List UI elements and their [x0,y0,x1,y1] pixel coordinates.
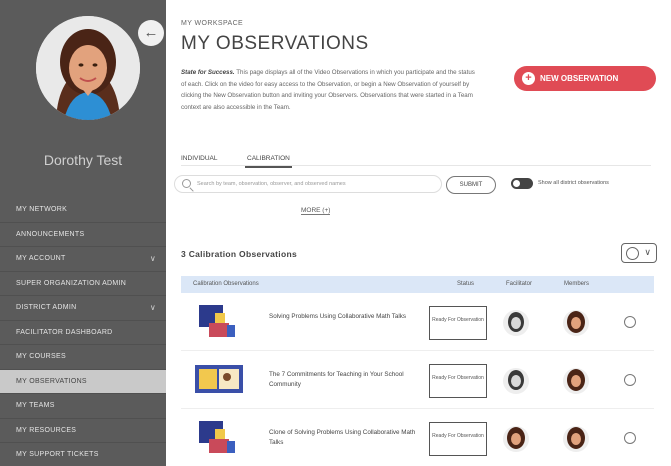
page-description: State for Success. This page displays al… [181,67,481,113]
user-name: Dorothy Test [43,152,123,168]
nav-label: DISTRICT ADMIN [16,304,77,311]
nav-label: MY COURSES [16,353,66,360]
facilitator-avatar [502,367,530,395]
sidebar: ← Dorothy Test MY NETWORK ANNOUNCEMENTS … [0,0,166,466]
chevron-down-icon: ∨ [149,303,156,312]
collapse-sidebar-button[interactable]: ← [138,20,164,46]
nav-label: ANNOUNCEMENTS [16,230,85,238]
nav-item-my-courses[interactable]: MY COURSES [0,345,166,370]
tab-calibration[interactable]: CALIBRATION [245,155,292,168]
tabs: INDIVIDUAL CALIBRATION [181,148,651,168]
chevron-down-icon: ∨ [149,254,156,263]
facilitator-avatar [502,309,530,337]
plus-icon: + [522,72,535,85]
table-row[interactable]: Solving Problems Using Collaborative Mat… [181,293,654,351]
nav-label: SUPER ORGANIZATION ADMIN [16,279,127,287]
nav-item-my-resources[interactable]: MY RESOURCES [0,419,166,443]
column-header-name: Calibration Observations [193,281,259,287]
description-lead: State for Success. [181,69,235,76]
view-selector[interactable]: ∨ [621,243,657,263]
column-header-facilitator: Facilitator [506,281,533,287]
search-placeholder: Search by team, observation, observer, a… [197,181,346,187]
nav-label: MY RESOURCES [16,426,77,434]
chevron-down-icon: ∨ [644,247,651,257]
member-avatar [562,309,590,337]
row-select-radio[interactable] [624,374,636,386]
table-row[interactable]: The 7 Commitments for Teaching in Your S… [181,351,654,409]
show-district-toggle[interactable] [511,178,533,189]
video-thumbnail[interactable] [193,303,245,339]
nav-item-super-org-admin[interactable]: SUPER ORGANIZATION ADMIN [0,272,166,296]
profile-panel: ← Dorothy Test [0,0,166,198]
nav-item-my-teams[interactable]: MY TEAMS [0,394,166,419]
facilitator-avatar [502,425,530,453]
search-input[interactable]: Search by team, observation, observer, a… [174,175,442,193]
column-header-status: Status [457,281,475,287]
table-row[interactable]: Clone of Solving Problems Using Collabor… [181,409,654,466]
search-icon [182,179,191,188]
new-observation-button[interactable]: + NEW OBSERVATION [514,66,656,91]
status-badge: Ready For Observation [429,422,487,456]
page-title: MY OBSERVATIONS [181,33,369,54]
video-thumbnail[interactable] [193,361,245,397]
submit-button[interactable]: SUBMIT [446,176,496,194]
nav-label: MY NETWORK [16,206,68,213]
nav-label: MY OBSERVATIONS [16,377,87,385]
tab-individual[interactable]: INDIVIDUAL [181,155,217,162]
nav-item-my-observations[interactable]: MY OBSERVATIONS [0,369,166,394]
nav-item-announcements[interactable]: ANNOUNCEMENTS [0,223,166,247]
observation-title[interactable]: Solving Problems Using Collaborative Mat… [269,312,419,322]
nav-label: MY TEAMS [16,402,55,409]
new-observation-label: NEW OBSERVATION [540,74,619,83]
toggle-label: Show all district observations [538,180,609,186]
member-avatar [562,367,590,395]
nav-label: FACILITATOR DASHBOARD [16,328,113,336]
more-filters-link[interactable]: MORE (+) [301,207,331,215]
status-badge: Ready For Observation [429,364,487,398]
nav-item-my-network[interactable]: MY NETWORK [0,198,166,223]
nav-item-my-account[interactable]: MY ACCOUNT ∨ [0,247,166,272]
table-header: Calibration Observations Status Facilita… [181,276,654,293]
nav-item-district-admin[interactable]: DISTRICT ADMIN ∨ [0,296,166,321]
row-select-radio[interactable] [624,316,636,328]
video-thumbnail[interactable] [193,419,245,455]
nav-item-my-support-tickets[interactable]: MY SUPPORT TICKETS [0,443,166,466]
arrow-left-icon: ← [143,24,159,41]
member-avatar [562,425,590,453]
avatar[interactable] [36,16,140,120]
observation-title[interactable]: The 7 Commitments for Teaching in Your S… [269,370,419,390]
observation-title[interactable]: Clone of Solving Problems Using Collabor… [269,428,419,448]
row-select-radio[interactable] [624,432,636,444]
column-header-members: Members [564,281,590,287]
main-content: MY WORKSPACE MY OBSERVATIONS State for S… [166,0,671,466]
nav-label: MY SUPPORT TICKETS [16,451,99,458]
circle-icon [626,247,639,260]
observation-count: 3 Calibration Observations [181,249,297,259]
sidebar-nav: MY NETWORK ANNOUNCEMENTS MY ACCOUNT ∨ SUP… [0,198,166,466]
nav-item-facilitator-dashboard[interactable]: FACILITATOR DASHBOARD [0,321,166,345]
status-badge: Ready For Observation [429,306,487,340]
workspace-kicker: MY WORKSPACE [181,20,244,27]
nav-label: MY ACCOUNT [16,255,66,262]
